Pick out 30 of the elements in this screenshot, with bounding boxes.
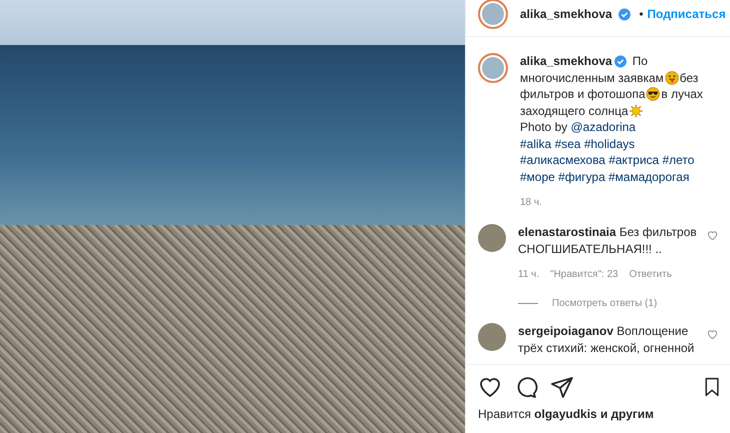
hashtag-link[interactable]: #лето [662, 153, 694, 167]
comment-text: elenastarostinaia Без фильтров СНОГШИБАТЕЛЬНАЯ!!! .. [518, 224, 698, 257]
hashtag-link[interactable]: #sea [554, 136, 581, 150]
hashtag-link[interactable]: #alika [520, 136, 552, 150]
avatar[interactable] [478, 53, 508, 83]
sun-emoji-icon [629, 104, 644, 118]
username-link[interactable]: sergeipoiaganov [518, 324, 614, 338]
hashtag-link[interactable]: #фигура [558, 170, 606, 184]
separator-dot: • [639, 7, 644, 21]
sunglasses-emoji-icon [646, 87, 660, 101]
credit-text: Photo by [520, 120, 568, 134]
username-link[interactable]: elenastarostinaia [518, 225, 616, 239]
avatar[interactable] [478, 0, 508, 29]
heart-icon[interactable] [478, 375, 502, 399]
hashtag-link[interactable]: #аликасмехова [520, 153, 606, 167]
hashtag-link[interactable]: #актриса [608, 153, 659, 167]
avatar[interactable] [478, 224, 506, 252]
username-link[interactable]: alika_smekhova [520, 54, 612, 68]
hashtag-link[interactable]: #мамадорогая [608, 170, 690, 184]
likes-text: Нравится olgayudkis и другим [478, 407, 655, 421]
caption-text: alika_smekhova По многочисленным заявкам без фильтров и фотошопа в лучах заходящего солнца [520, 53, 704, 119]
comment-text: sergeipoiaganov Воплощение трёх стихий: женской, огненной [518, 323, 696, 356]
tongue-emoji-icon [664, 70, 679, 84]
username-link[interactable]: olgayudkis [534, 407, 597, 421]
username-link[interactable]: alika_smekhova [520, 7, 612, 21]
share-icon[interactable] [550, 375, 574, 399]
mention-link[interactable]: @azadorina [570, 120, 636, 134]
hashtag-link[interactable]: #holidays [584, 136, 635, 150]
avatar[interactable] [478, 323, 506, 351]
hashtag-link[interactable]: #море [520, 170, 555, 184]
